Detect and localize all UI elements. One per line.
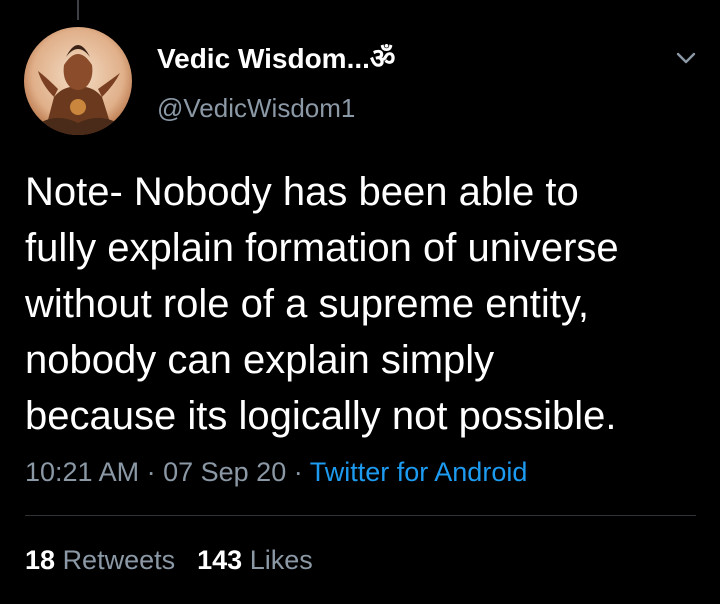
retweets-count: 18 bbox=[25, 545, 56, 575]
avatar[interactable] bbox=[24, 27, 132, 135]
tweet-source-link[interactable]: Twitter for Android bbox=[310, 457, 528, 487]
likes-stat[interactable]: 143 Likes bbox=[197, 545, 313, 575]
tweet-text: Note- Nobody has been able to fully expl… bbox=[25, 164, 705, 444]
tweet-meta: 10:21 AM · 07 Sep 20 · Twitter for Andro… bbox=[25, 454, 527, 490]
retweets-stat[interactable]: 18 Retweets bbox=[25, 545, 175, 575]
tweet-time[interactable]: 10:21 AM bbox=[25, 457, 139, 487]
tweet-text-line: nobody can explain simply bbox=[25, 338, 495, 382]
meta-separator: · bbox=[146, 457, 156, 487]
chevron-down-icon[interactable] bbox=[672, 44, 700, 72]
author-display-name[interactable]: Vedic Wisdom...ॐ bbox=[157, 42, 395, 76]
tweet-stats: 18 Retweets 143 Likes bbox=[25, 542, 313, 578]
tweet-date[interactable]: 07 Sep 20 bbox=[163, 457, 286, 487]
tweet-text-line: because its logically not possible. bbox=[25, 394, 617, 438]
tweet-text-line: fully explain formation of universe bbox=[25, 226, 619, 270]
tweet-text-line: without role of a supreme entity, bbox=[25, 282, 589, 326]
meta-separator: · bbox=[293, 457, 303, 487]
likes-label: Likes bbox=[249, 545, 313, 575]
retweets-label: Retweets bbox=[62, 545, 176, 575]
tweet-text-line: Note- Nobody has been able to bbox=[25, 170, 579, 214]
avatar-image bbox=[24, 27, 132, 135]
author-handle[interactable]: @VedicWisdom1 bbox=[157, 92, 355, 124]
thread-connector-line bbox=[77, 0, 79, 20]
divider bbox=[25, 515, 696, 516]
likes-count: 143 bbox=[197, 545, 243, 575]
